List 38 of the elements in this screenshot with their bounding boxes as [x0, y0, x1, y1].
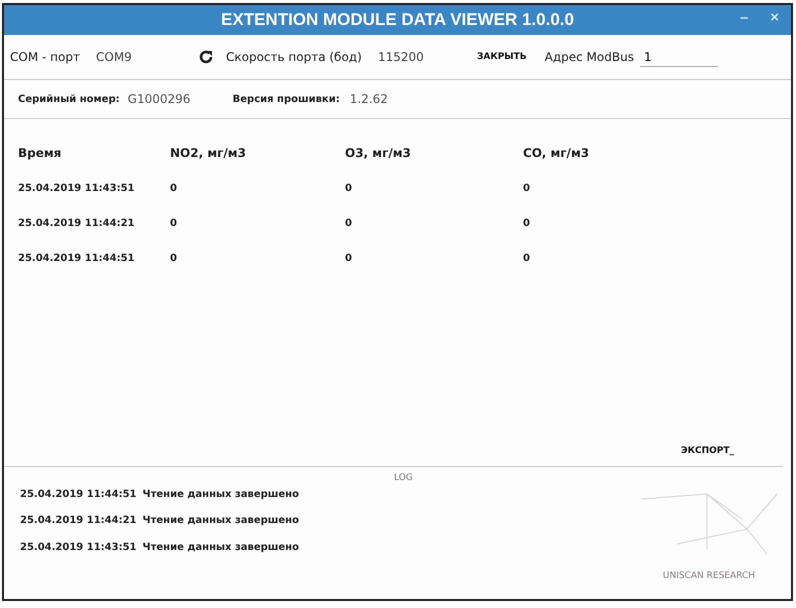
speed-label: Скорость порта (бод) — [226, 50, 363, 64]
table-cell-text: 0 — [170, 218, 178, 229]
firmware-label: Версия прошивки: — [232, 94, 340, 104]
table-cell-text: 0 — [345, 218, 353, 229]
table-cell-text: 25.04.2019 11:44:51 — [18, 253, 136, 264]
table-cell-text: 25.04.2019 11:43:51 — [18, 183, 136, 194]
port-value[interactable]: COM9 — [96, 50, 198, 64]
log-time: 25.04.2019 11:43:51 — [20, 542, 136, 553]
log-message: Чтение данных завершено — [142, 542, 299, 553]
log-time: 25.04.2019 11:44:51 — [20, 488, 136, 500]
log-title: LOG — [394, 473, 413, 483]
window-title: EXTENTION MODULE DATA VIEWER 1.0.0.0 — [221, 10, 574, 30]
table-cell-text: 0 — [523, 218, 531, 229]
log-time: 25.04.2019 11:44:21 — [20, 515, 136, 526]
brand-label: UNISCAN RESEARCH — [662, 571, 755, 581]
table-cell-text: 0 — [345, 183, 353, 194]
export-button[interactable]: ЭКСПОРТ_ — [677, 444, 738, 458]
column-header: Время — [18, 146, 62, 160]
log-message: Чтение данных завершено — [142, 488, 299, 500]
table-cell-text: 0 — [170, 253, 178, 264]
table-cell-text: 0 — [170, 183, 178, 194]
table-cell-text: 25.04.2019 11:44:21 — [18, 218, 136, 229]
column-header: O3, мг/м3 — [345, 146, 412, 160]
serial-label: Серийный номер: — [18, 94, 120, 104]
refresh-icon[interactable] — [198, 49, 214, 65]
serial-value: G1000296 — [128, 92, 192, 106]
address-field[interactable]: 1 — [640, 48, 718, 66]
table-cell-text: 0 — [345, 253, 353, 264]
firmware-value: 1.2.62 — [350, 92, 388, 106]
address-label: Адрес ModBus — [544, 50, 634, 64]
close-port-button[interactable]: ЗАКРЫТЬ — [473, 50, 531, 64]
column-header: NO2, мг/м3 — [170, 146, 247, 160]
speed-value[interactable]: 115200 — [378, 50, 473, 64]
column-header: CO, мг/м3 — [523, 146, 590, 160]
port-label: COM - порт — [10, 50, 81, 64]
log-message: Чтение данных завершено — [142, 515, 299, 526]
table-cell-text: 0 — [523, 183, 531, 194]
table-cell-text: 0 — [523, 253, 531, 264]
